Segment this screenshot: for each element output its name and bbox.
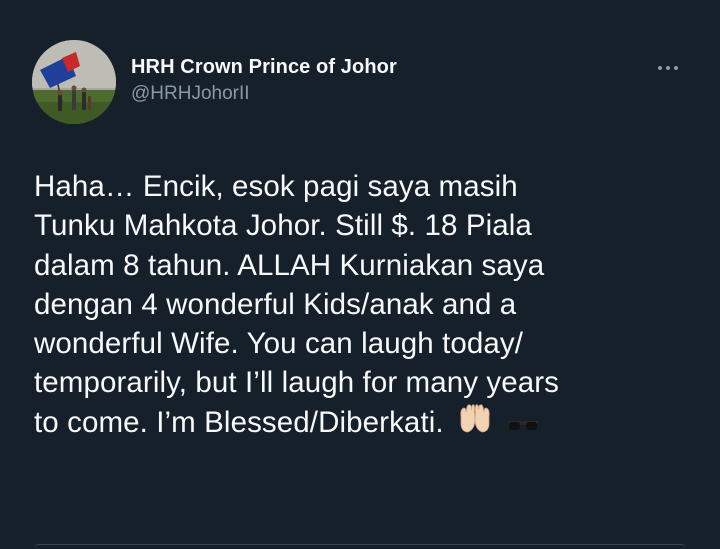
avatar[interactable] — [32, 40, 116, 124]
tweet-text: Haha… Encik, esok pagi saya masih Tunku … — [34, 167, 704, 445]
avatar-image — [32, 40, 116, 124]
tweet-text-line: wonderful Wife. You can laugh today/ — [34, 327, 524, 361]
author-display-name[interactable]: HRH Crown Prince of Johor — [131, 54, 397, 80]
more-options-button[interactable] — [648, 56, 688, 80]
palms-up-together-icon — [458, 403, 492, 445]
tweet-text-line: Tunku Mahkota Johor. Still $. 18 Piala — [34, 209, 532, 243]
tweet-text-line: temporarily, but I’ll laugh for many yea… — [34, 366, 560, 400]
tweet-text-line: Haha… Encik, esok pagi saya masih — [34, 170, 518, 203]
tweet-text-line: dalam 8 tahun. ALLAH Kurniakan saya — [34, 248, 545, 282]
more-horizontal-icon — [656, 66, 680, 70]
tweet-text-last-line: to come. I’m Blessed/Diberkati. — [34, 403, 704, 445]
media-preview-edge — [34, 544, 686, 549]
sunglasses-icon — [506, 404, 540, 443]
tweet-text-line: dengan 4 wonderful Kids/anak and a — [34, 287, 517, 321]
author-handle[interactable]: @HRHJohorII — [131, 82, 397, 106]
tweet-author: HRH Crown Prince of Johor @HRHJohorII — [131, 54, 397, 106]
tweet-card[interactable]: HRH Crown Prince of Johor @HRHJohorII Ha… — [0, 0, 720, 548]
tweet-text-line: to come. I’m Blessed/Diberkati. — [34, 405, 444, 439]
